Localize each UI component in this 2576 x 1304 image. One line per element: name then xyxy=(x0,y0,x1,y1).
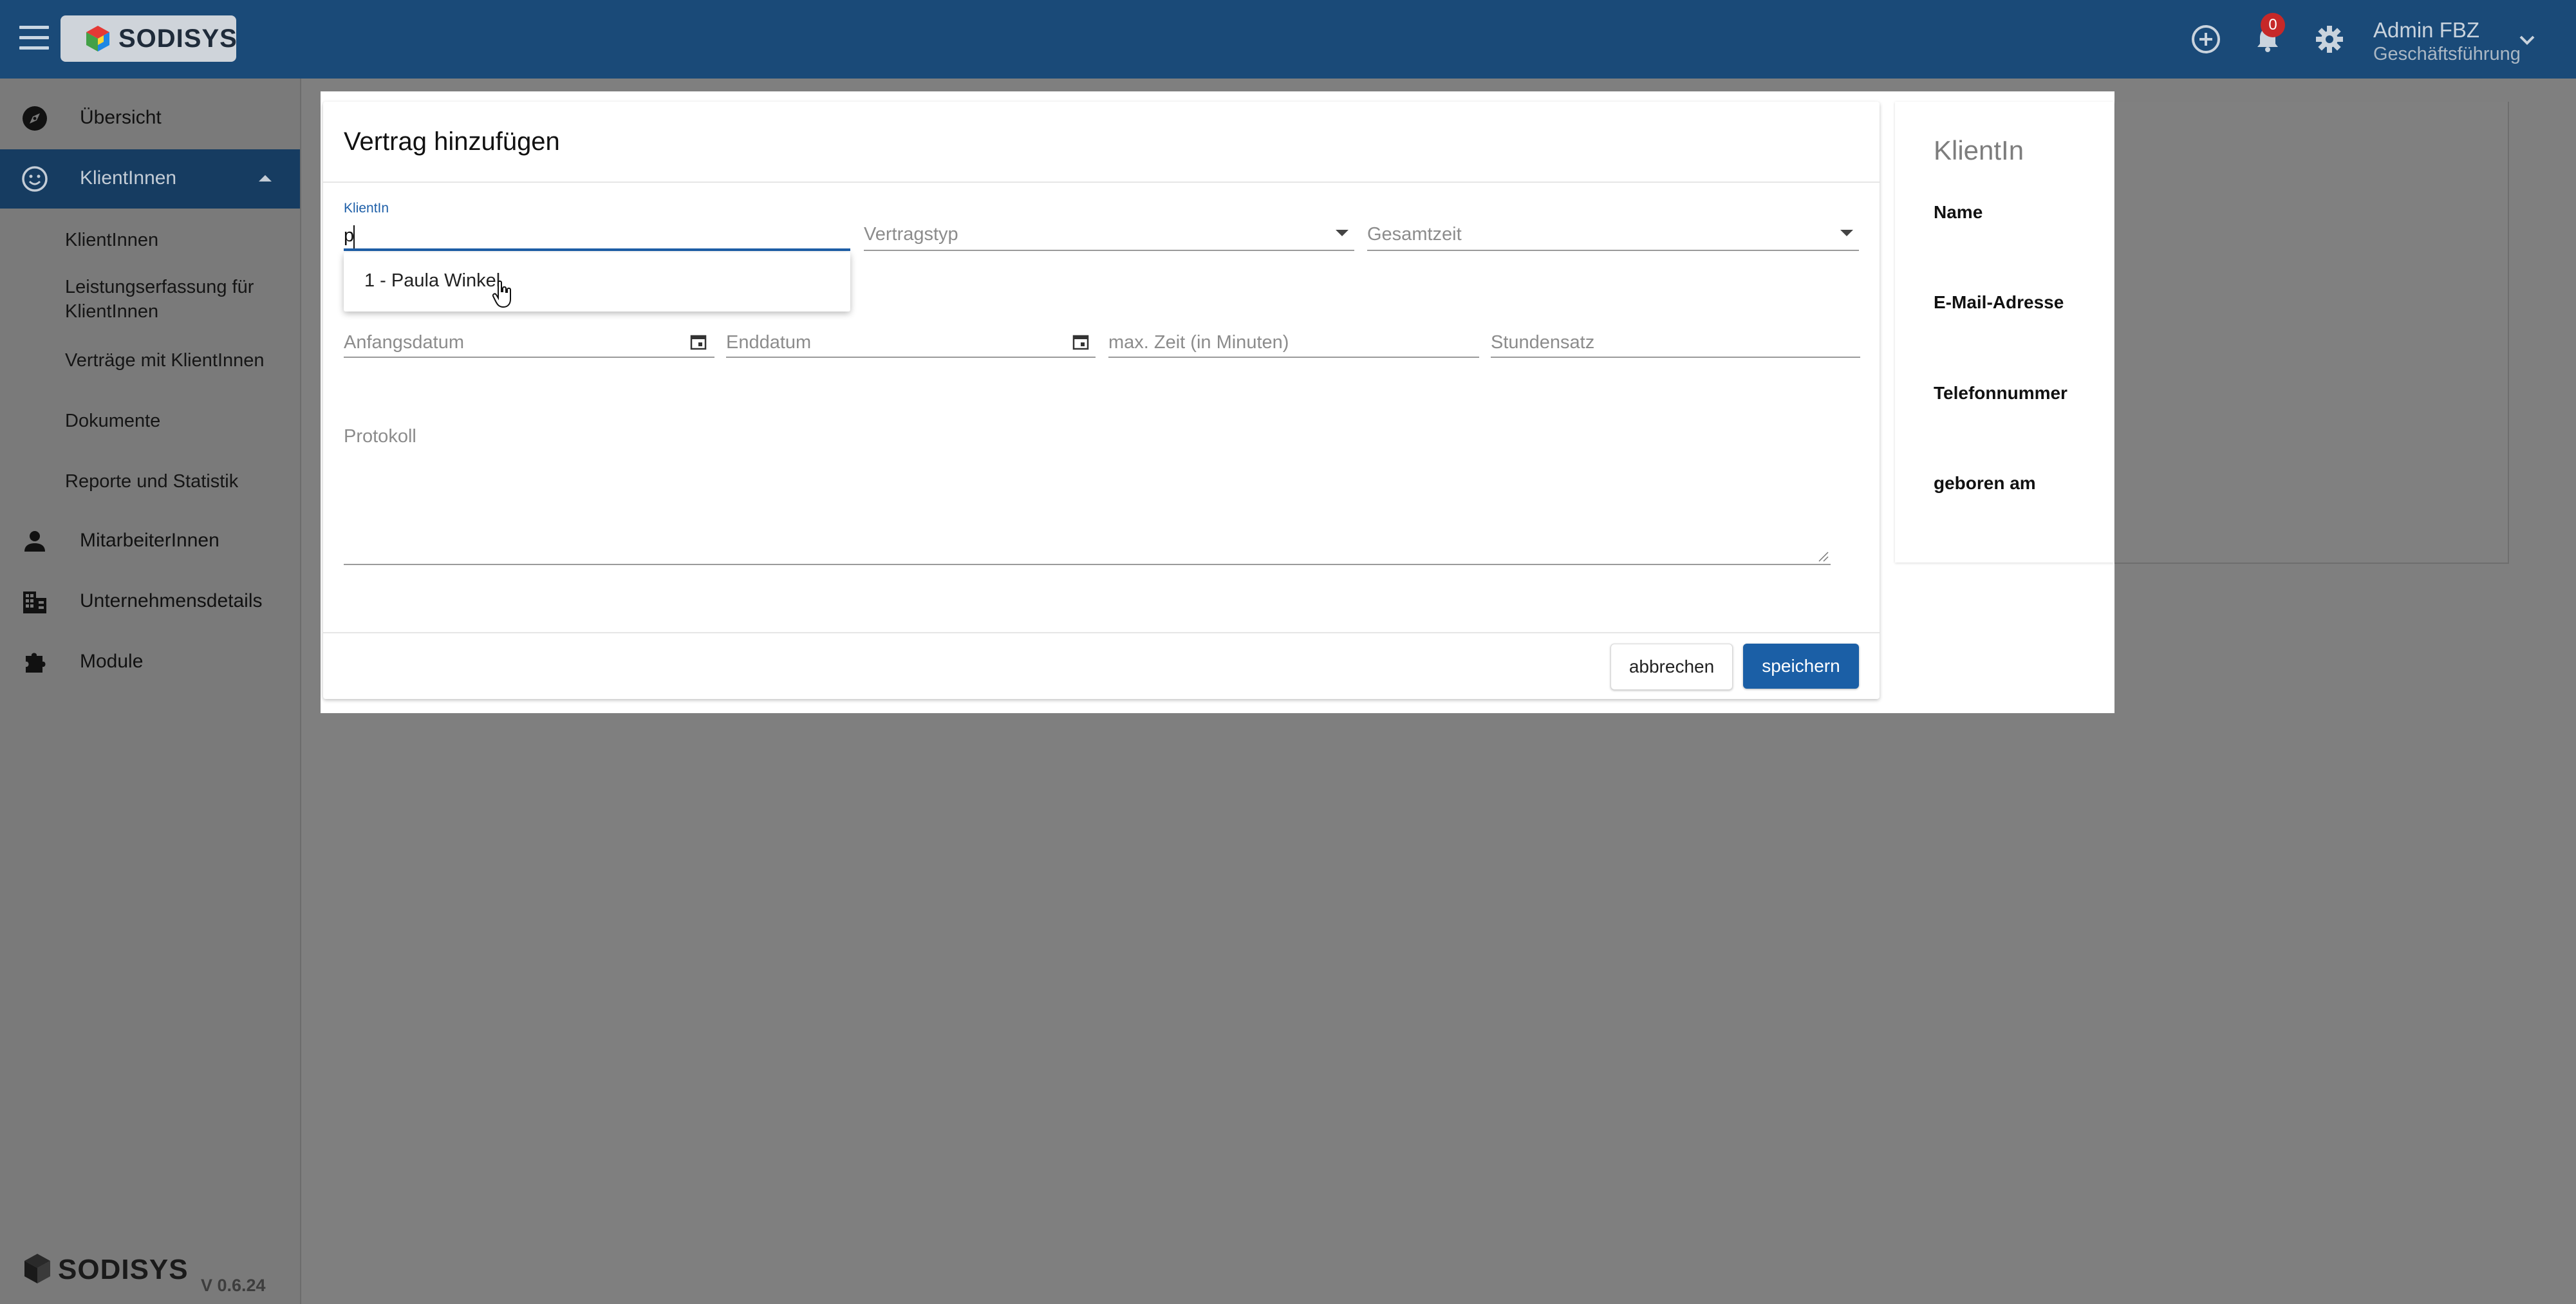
save-button[interactable]: speichern xyxy=(1743,644,1859,689)
autocomplete-option[interactable]: 1 - Paula Winkel xyxy=(364,270,500,292)
total-time-underline xyxy=(1367,250,1859,251)
calendar-icon[interactable] xyxy=(690,333,707,350)
resize-handle-icon[interactable] xyxy=(1818,551,1829,563)
sidebar-item-label: Unternehmensdetails xyxy=(80,590,263,611)
sidebar-subitem-reports[interactable]: Reporte und Statistik xyxy=(65,469,277,494)
sidebar-item-label: Übersicht xyxy=(80,107,162,128)
sidebar-subitem-clients[interactable]: KlientInnen xyxy=(65,228,277,252)
chevron-down-icon[interactable] xyxy=(2517,32,2537,48)
start-date-input[interactable]: Anfangsdatum xyxy=(344,332,464,353)
hourly-rate-underline xyxy=(1491,357,1860,358)
calendar-icon[interactable] xyxy=(1072,333,1089,350)
dialog-title: Vertrag hinzufügen xyxy=(344,127,560,156)
max-time-underline xyxy=(1108,357,1479,358)
info-phone-label: Telefonnummer xyxy=(1934,383,2067,403)
info-panel-title: KlientIn xyxy=(1934,135,2024,165)
caret-down-icon[interactable] xyxy=(1335,229,1349,237)
caret-up-icon xyxy=(259,175,272,182)
sidebar-item-clients[interactable]: KlientInnen xyxy=(0,149,300,209)
protocol-underline xyxy=(344,564,1831,565)
logo-cube-icon xyxy=(86,26,109,51)
user-name[interactable]: Admin FBZ xyxy=(2373,18,2479,42)
hand-pointer-icon xyxy=(492,280,511,308)
sidebar-item-modules[interactable]: Module xyxy=(0,633,300,692)
hourly-rate-input[interactable]: Stundensatz xyxy=(1491,332,1594,353)
caret-down-icon[interactable] xyxy=(1840,229,1854,237)
sidebar-subitem-documents[interactable]: Dokumente xyxy=(65,409,277,433)
compass-icon xyxy=(23,106,47,131)
sidebar-item-company-details[interactable]: Unternehmensdetails xyxy=(0,572,300,631)
client-field-label: KlientIn xyxy=(344,201,389,216)
protocol-textarea[interactable] xyxy=(344,425,1831,565)
gear-icon[interactable] xyxy=(2313,23,2346,55)
smiley-icon xyxy=(22,166,48,192)
autocomplete-dropdown: 1 - Paula Winkel xyxy=(344,252,850,312)
info-email-label: E-Mail-Adresse xyxy=(1934,292,2064,312)
sidebar-item-label: MitarbeiterInnen xyxy=(80,530,219,551)
sidebar-item-label: Module xyxy=(80,651,144,672)
logo-text: SODISYS xyxy=(118,24,238,53)
divider xyxy=(323,182,1880,183)
top-app-bar: SODISYS 0 Admin FBZ Geschäftsführung xyxy=(0,0,2576,79)
sidebar-subitem-contracts[interactable]: Verträge mit KlientInnen xyxy=(65,348,277,373)
sidebar-item-overview[interactable]: Übersicht xyxy=(0,89,300,148)
footer-logo-text: SODISYS xyxy=(58,1254,189,1285)
start-date-underline xyxy=(344,357,714,358)
menu-icon[interactable] xyxy=(19,26,49,51)
info-panel-backdrop xyxy=(2114,102,2509,564)
sidebar-item-employees[interactable]: MitarbeiterInnen xyxy=(0,512,300,571)
info-name-label: Name xyxy=(1934,202,1983,222)
end-date-input[interactable]: Enddatum xyxy=(726,332,811,353)
sidebar-subitem-service-recording[interactable]: Leistungserfassung für KlientInnen xyxy=(65,275,277,324)
contract-type-underline xyxy=(864,250,1354,251)
text-cursor xyxy=(353,225,355,248)
contract-form-card xyxy=(323,102,1880,699)
divider xyxy=(323,632,1880,633)
client-input[interactable]: p xyxy=(344,225,354,247)
info-birth-label: geboren am xyxy=(1934,473,2036,493)
sidebar-item-label: KlientInnen xyxy=(80,167,177,189)
client-input-underline xyxy=(344,248,850,251)
footer-logo-icon xyxy=(24,1254,50,1283)
end-date-underline xyxy=(726,357,1096,358)
user-role[interactable]: Geschäftsführung xyxy=(2373,44,2521,65)
notification-badge: 0 xyxy=(2261,13,2285,37)
contract-type-select[interactable]: Vertragstyp xyxy=(864,224,958,245)
max-time-input[interactable]: max. Zeit (in Minuten) xyxy=(1108,332,1289,353)
total-time-select[interactable]: Gesamtzeit xyxy=(1367,224,1462,245)
logo[interactable]: SODISYS xyxy=(61,15,238,62)
puzzle-icon xyxy=(26,653,46,673)
building-icon xyxy=(23,591,46,613)
person-icon xyxy=(24,531,45,552)
protocol-placeholder: Protokoll xyxy=(344,426,416,447)
add-circle-icon[interactable] xyxy=(2190,23,2222,55)
cancel-button[interactable]: abbrechen xyxy=(1610,644,1733,690)
version-label: V 0.6.24 xyxy=(201,1276,266,1295)
